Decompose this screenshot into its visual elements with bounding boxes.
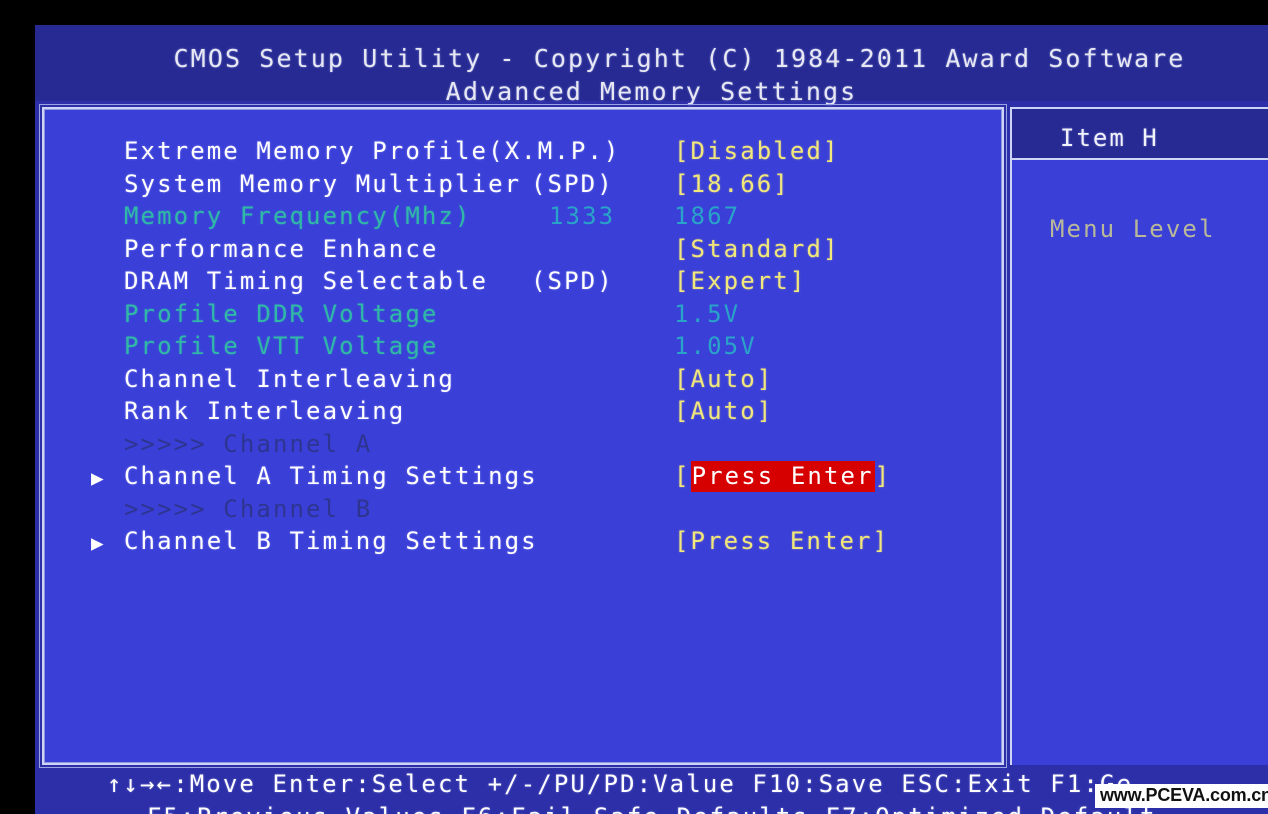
settings-panel: Extreme Memory Profile(X.M.P.) [Disabled…: [39, 104, 1007, 768]
site-watermark: www.PCEVA.com.cn: [1095, 784, 1268, 808]
row-profile-vtt-voltage: Profile VTT Voltage 1.05V: [44, 332, 1002, 365]
row-label: Profile DDR Voltage: [124, 299, 439, 328]
row-rank-interleaving[interactable]: Rank Interleaving [Auto]: [44, 397, 1002, 430]
row-value-current: 1333: [549, 202, 616, 230]
row-dram-timing-selectable[interactable]: DRAM Timing Selectable (SPD) [Expert]: [44, 267, 1002, 300]
row-value[interactable]: [Auto]: [674, 397, 773, 425]
row-value[interactable]: [Press Enter]: [674, 461, 891, 492]
row-value[interactable]: [Press Enter]: [674, 527, 889, 555]
row-value-target: 1867: [674, 202, 741, 230]
row-label: Channel B Timing Settings: [124, 527, 538, 555]
row-spd-tag: (SPD): [531, 267, 614, 295]
submenu-arrow-icon: ▶: [91, 531, 104, 555]
bios-header: CMOS Setup Utility - Copyright (C) 1984-…: [35, 25, 1268, 106]
row-value-selected[interactable]: Press Enter: [690, 461, 875, 492]
row-value[interactable]: [Auto]: [674, 365, 773, 393]
row-label: Memory Frequency(Mhz): [124, 202, 472, 230]
row-performance-enhance[interactable]: Performance Enhance [Standard]: [44, 235, 1002, 268]
page-subtitle: Advanced Memory Settings: [445, 77, 858, 106]
row-system-memory-multiplier[interactable]: System Memory Multiplier (SPD) [18.66]: [44, 170, 1002, 203]
row-label: Profile VTT Voltage: [124, 332, 439, 360]
item-help-body: Menu Level: [1010, 158, 1268, 765]
row-value: 1.5V: [674, 299, 741, 328]
separator-channel-b: >>>>> Channel B: [44, 495, 1002, 528]
bios-screen: CMOS Setup Utility - Copyright (C) 1984-…: [0, 0, 1268, 814]
settings-list: Extreme Memory Profile(X.M.P.) [Disabled…: [44, 137, 1002, 560]
submenu-arrow-icon: ▶: [91, 466, 104, 490]
item-help-title: Item H: [1060, 124, 1159, 152]
item-help-header: Item H: [1010, 107, 1268, 158]
row-label: Performance Enhance: [124, 234, 439, 263]
row-value[interactable]: [Standard]: [674, 235, 840, 263]
row-channel-interleaving[interactable]: Channel Interleaving [Auto]: [44, 365, 1002, 398]
row-value[interactable]: [Disabled]: [674, 137, 840, 165]
row-value: 1.05V: [674, 332, 757, 360]
row-label: System Memory Multiplier: [124, 169, 522, 198]
separator-label: >>>>> Channel B: [124, 494, 373, 523]
bios-display-area: CMOS Setup Utility - Copyright (C) 1984-…: [35, 25, 1268, 814]
row-spd-tag: (SPD): [531, 169, 614, 198]
menu-level-label: Menu Level: [1050, 215, 1216, 243]
row-value[interactable]: [18.66]: [674, 170, 790, 198]
separator-label: >>>>> Channel A: [124, 429, 373, 458]
row-label: Extreme Memory Profile(X.M.P.): [124, 137, 621, 165]
row-label: Channel A Timing Settings: [124, 462, 538, 490]
row-channel-a-timing-settings[interactable]: ▶ Channel A Timing Settings [Press Enter…: [44, 461, 1002, 495]
row-channel-b-timing-settings[interactable]: ▶ Channel B Timing Settings [Press Enter…: [44, 527, 1002, 560]
page-title: CMOS Setup Utility - Copyright (C) 1984-…: [173, 44, 1186, 73]
row-value[interactable]: [Expert]: [674, 267, 806, 295]
row-memory-frequency: Memory Frequency(Mhz) 1333 1867: [44, 202, 1002, 235]
row-label: Rank Interleaving: [124, 397, 406, 425]
row-extreme-memory-profile[interactable]: Extreme Memory Profile(X.M.P.) [Disabled…: [44, 137, 1002, 170]
row-label: Channel Interleaving: [124, 364, 455, 393]
separator-channel-a: >>>>> Channel A: [44, 430, 1002, 463]
row-label: DRAM Timing Selectable: [124, 267, 489, 295]
row-profile-ddr-voltage: Profile DDR Voltage 1.5V: [44, 300, 1002, 333]
